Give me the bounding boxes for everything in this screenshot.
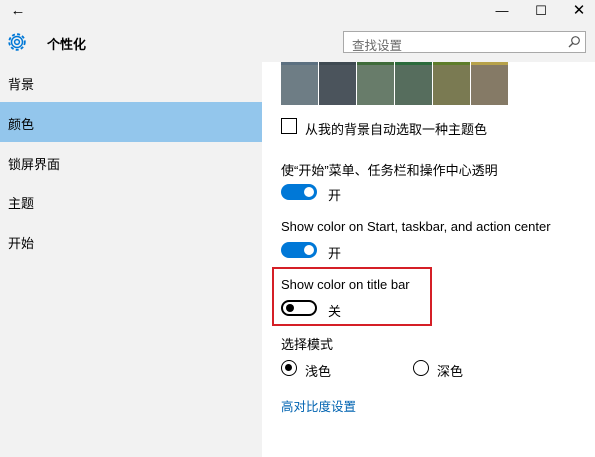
highlight-box: [272, 267, 432, 326]
color-swatch[interactable]: [357, 65, 394, 105]
toggle-knob: [304, 245, 314, 255]
light-mode-label: 浅色: [305, 364, 332, 379]
sidebar-item-label: 颜色: [8, 117, 35, 132]
show-color-start-toggle[interactable]: [281, 242, 317, 258]
sidebar-item-label: 开始: [8, 236, 35, 251]
auto-pick-accent-label: 从我的背景自动选取一种主题色: [305, 122, 488, 137]
light-mode-radio[interactable]: [281, 360, 297, 376]
radio-dot: [285, 364, 292, 371]
sidebar-item-label: 主题: [8, 196, 35, 211]
search-placeholder: 查找设置: [352, 39, 403, 53]
sidebar-item-start[interactable]: 开始: [0, 221, 262, 261]
sidebar-item-colors[interactable]: 颜色: [0, 102, 262, 142]
auto-pick-accent-checkbox[interactable]: [281, 118, 297, 134]
transparency-toggle[interactable]: [281, 184, 317, 200]
minimize-button[interactable]: —: [483, 0, 521, 22]
show-color-title-label: Show color on title bar: [281, 277, 410, 292]
show-color-start-label: Show color on Start, taskbar, and action…: [281, 219, 551, 234]
transparency-label: 使“开始”菜单、任务栏和操作中心透明: [281, 163, 498, 178]
color-swatch[interactable]: [395, 65, 432, 105]
dark-mode-label: 深色: [437, 364, 464, 379]
sidebar: 背景 颜色 锁屏界面 主题 开始: [0, 62, 262, 457]
mode-label: 选择模式: [281, 337, 334, 352]
color-swatch[interactable]: [281, 65, 318, 105]
dark-mode-radio[interactable]: [413, 360, 429, 376]
color-swatch[interactable]: [319, 65, 356, 105]
high-contrast-settings-link[interactable]: 高对比度设置: [281, 396, 356, 415]
main-content: 从我的背景自动选取一种主题色 使“开始”菜单、任务栏和操作中心透明 开 Show…: [262, 62, 595, 457]
page-title: 个性化: [47, 37, 87, 52]
sidebar-item-lock-screen[interactable]: 锁屏界面: [0, 142, 262, 182]
sidebar-item-label: 锁屏界面: [8, 157, 61, 172]
color-swatch-row: [281, 65, 521, 105]
show-color-title-toggle[interactable]: [281, 300, 317, 316]
toggle-knob: [304, 187, 314, 197]
header: 个性化 查找设置: [0, 22, 595, 62]
search-icon[interactable]: [567, 35, 581, 49]
search-input[interactable]: 查找设置: [343, 31, 586, 53]
color-swatch[interactable]: [433, 65, 470, 105]
maximize-button[interactable]: ☐: [522, 0, 560, 22]
color-swatch[interactable]: [471, 65, 508, 105]
show-color-start-state: 开: [328, 246, 342, 261]
title-bar: ← — ☐ ✕: [0, 0, 595, 22]
sidebar-item-themes[interactable]: 主题: [0, 181, 262, 221]
transparency-state: 开: [328, 188, 342, 203]
toggle-knob: [286, 304, 294, 312]
sidebar-item-background[interactable]: 背景: [0, 62, 262, 102]
gear-icon: [8, 33, 26, 51]
sidebar-item-label: 背景: [8, 77, 35, 92]
show-color-title-state: 关: [328, 304, 342, 319]
close-button[interactable]: ✕: [560, 0, 595, 22]
back-button[interactable]: ←: [6, 1, 30, 21]
